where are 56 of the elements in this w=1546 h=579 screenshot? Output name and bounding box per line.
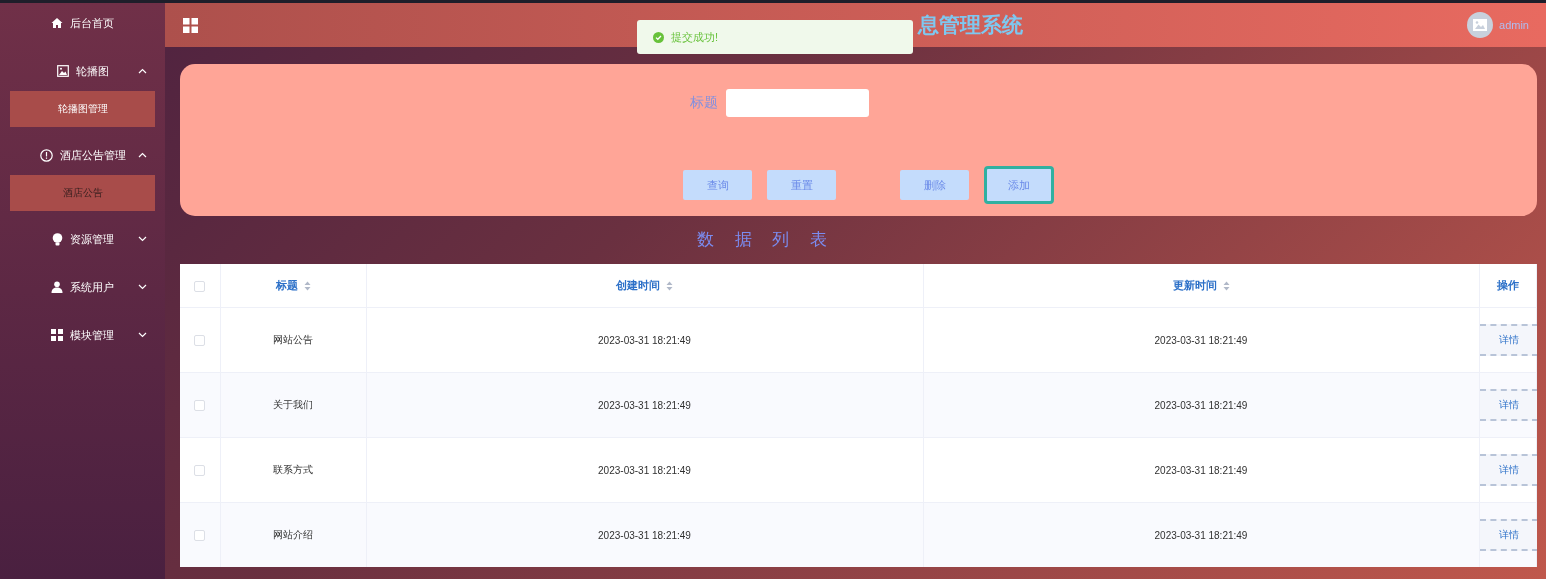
sort-icon[interactable] bbox=[303, 280, 311, 291]
chevron-down-icon bbox=[138, 236, 147, 242]
checkbox[interactable] bbox=[194, 529, 206, 541]
table-cell: 关于我们 bbox=[273, 399, 313, 410]
sidebar-item[interactable]: 系统用户 bbox=[0, 267, 165, 307]
sort-icon[interactable] bbox=[1222, 280, 1230, 291]
sidebar-item[interactable]: 资源管理 bbox=[0, 219, 165, 259]
table-cell: 联系方式 bbox=[273, 464, 313, 475]
submenu-item[interactable]: 酒店公告 bbox=[10, 175, 155, 211]
table-cell: 2023-03-31 18:21:49 bbox=[598, 399, 691, 411]
info-icon bbox=[39, 148, 53, 162]
table-cell: 网站介绍 bbox=[273, 529, 313, 540]
table-cell: 网站公告 bbox=[273, 334, 313, 345]
image-icon bbox=[1473, 19, 1488, 31]
table-cell: 2023-03-31 18:21:49 bbox=[1154, 334, 1248, 346]
table-cell: 2023-03-31 18:21:49 bbox=[1154, 464, 1248, 476]
sort-icon[interactable] bbox=[666, 280, 673, 291]
sidebar-item[interactable]: 轮播图 bbox=[0, 51, 165, 91]
submenu-item[interactable]: 轮播图管理 bbox=[10, 91, 155, 127]
table-cell: 2023-03-31 18:21:49 bbox=[598, 464, 691, 476]
details-button[interactable]: 详情 bbox=[1479, 519, 1537, 551]
chevron-up-icon bbox=[138, 152, 147, 158]
table-cell: 2023-03-31 18:21:49 bbox=[598, 334, 691, 346]
column-header[interactable]: 创建时间 bbox=[616, 278, 660, 293]
details-button[interactable]: 详情 bbox=[1479, 324, 1537, 356]
list-heading: 数 据 列 表 bbox=[697, 229, 828, 251]
checkbox[interactable] bbox=[194, 464, 206, 476]
check-circle-icon bbox=[653, 31, 664, 43]
column-header[interactable]: 更新时间 bbox=[1172, 278, 1217, 293]
home-icon bbox=[51, 17, 63, 29]
grid-icon bbox=[51, 329, 63, 341]
sidebar-item[interactable]: 后台首页 bbox=[0, 3, 165, 43]
avatar[interactable] bbox=[1467, 12, 1494, 38]
chevron-up-icon bbox=[138, 68, 147, 74]
table-cell: 2023-03-31 18:21:49 bbox=[1154, 399, 1248, 411]
chevron-down-icon bbox=[138, 332, 147, 338]
sidebar-item[interactable]: 酒店公告管理 bbox=[0, 135, 165, 175]
checkbox[interactable] bbox=[194, 334, 206, 346]
user-icon bbox=[51, 281, 63, 293]
table-cell: 2023-03-31 18:21:49 bbox=[1154, 529, 1248, 541]
column-header: 操作 bbox=[1496, 278, 1519, 293]
checkbox[interactable] bbox=[194, 399, 206, 411]
sidebar-item[interactable]: 模块管理 bbox=[0, 315, 165, 355]
table-cell: 2023-03-31 18:21:49 bbox=[598, 529, 691, 541]
checkbox[interactable] bbox=[194, 280, 206, 292]
chevron-down-icon bbox=[138, 284, 147, 290]
details-button[interactable]: 详情 bbox=[1479, 454, 1537, 486]
app-title: 息管理系统 bbox=[918, 12, 1023, 38]
menu-icon[interactable] bbox=[183, 17, 198, 33]
image-icon bbox=[56, 65, 69, 77]
bulb-icon bbox=[51, 232, 63, 246]
toast-message: 提交成功! bbox=[671, 29, 719, 45]
title-input[interactable] bbox=[726, 89, 869, 117]
title-label: 标题 bbox=[690, 94, 718, 112]
column-header[interactable]: 标题 bbox=[275, 278, 298, 293]
details-button[interactable]: 详情 bbox=[1479, 389, 1537, 421]
